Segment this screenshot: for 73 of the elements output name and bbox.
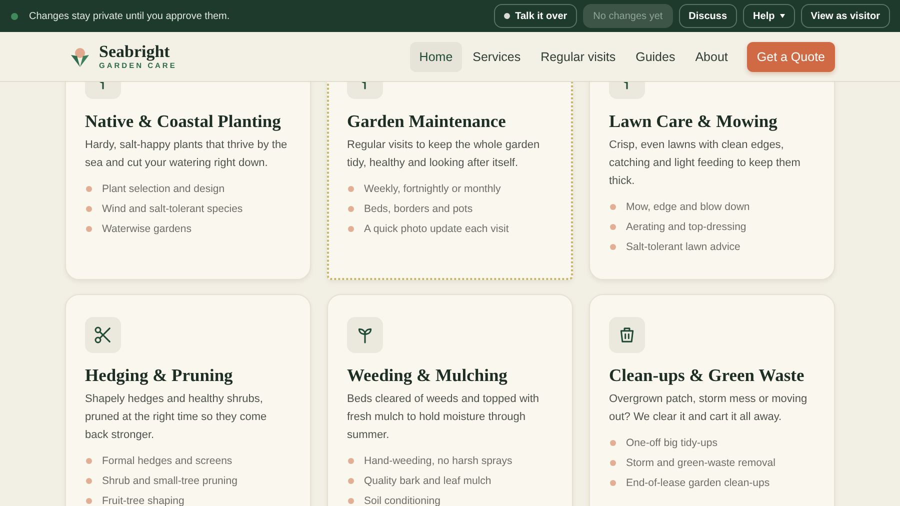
card-title: Hedging & Pruning bbox=[85, 364, 234, 387]
feature-text: Aerating and top-dressing bbox=[626, 221, 746, 233]
nav-link[interactable]: Guides bbox=[626, 42, 684, 72]
feature-text: Formal hedges and screens bbox=[102, 455, 232, 467]
toolbar-button[interactable]: View as visitor bbox=[800, 4, 890, 28]
feature-text: Shrub and small-tree pruning bbox=[102, 475, 238, 487]
card-title: Lawn Care & Mowing bbox=[609, 110, 778, 133]
bullet-icon bbox=[348, 226, 354, 232]
card-description: Regular visits to keep the whole garden tidy, healthy and looking after itself. bbox=[347, 138, 541, 171]
feature-text: Soil conditioning bbox=[364, 495, 440, 506]
feature-text: Plant selection and design bbox=[102, 183, 225, 195]
dot-icon bbox=[504, 13, 510, 19]
feature-text: Waterwise gardens bbox=[102, 223, 192, 235]
bullet-icon bbox=[86, 186, 92, 192]
brand-name: Seabright bbox=[99, 43, 171, 61]
card-description: Overgrown patch, storm mess or moving out? We clear it and cart it all away. bbox=[609, 392, 808, 425]
toolbar-button[interactable]: Talk it over bbox=[494, 4, 578, 28]
feature-text: A quick photo update each visit bbox=[364, 223, 509, 235]
caret-icon bbox=[780, 14, 785, 18]
card-description: Hardy, salt-happy plants that thrive by the sea and cut your watering right down. bbox=[85, 138, 288, 171]
bullet-icon bbox=[86, 498, 92, 504]
service-card[interactable]: Garden Maintenance Regular visits to keep the whole garden tidy, healthy and looking after itself. Weekly, fortnightly or monthly Beds, borders and pots A quick photo update each visit bbox=[327, 82, 573, 280]
bullet-icon bbox=[610, 460, 616, 466]
nav-link[interactable]: Services bbox=[464, 42, 530, 72]
bullet-icon bbox=[610, 204, 616, 210]
bullet-icon bbox=[610, 244, 616, 250]
feature-text: One-off big tidy-ups bbox=[626, 437, 718, 449]
bullet-icon bbox=[86, 206, 92, 212]
toolbar-button[interactable]: Help bbox=[743, 4, 795, 28]
feature-text: Wind and salt-tolerant species bbox=[102, 203, 243, 215]
feature-text: Quality bark and leaf mulch bbox=[364, 475, 492, 487]
service-card[interactable]: Weeding & Mulching Beds cleared of weeds and topped with fresh mulch to hold moisture through summer. Hand-weeding, no harsh sprays Quality bark and leaf mulch Soil conditioning bbox=[327, 294, 573, 506]
card-description: Crisp, even lawns with clean edges, catching and light feeding to keep them thick. bbox=[609, 138, 802, 189]
feature-text: End-of-lease garden clean-ups bbox=[626, 477, 770, 489]
bullet-icon bbox=[610, 480, 616, 486]
card-title: Native & Coastal Planting bbox=[85, 110, 282, 133]
bullet-icon bbox=[610, 440, 616, 446]
card-title: Weeding & Mulching bbox=[347, 364, 508, 387]
nav-link[interactable]: Home bbox=[410, 42, 462, 72]
service-card[interactable]: Hedging & Pruning Shapely hedges and healthy shrubs, pruned at the right time so they come back stronger. Formal hedges and screens Shrub and small-tree pruning Fruit-tree shaping bbox=[65, 294, 311, 506]
nav-link[interactable]: About bbox=[686, 42, 737, 72]
service-card[interactable]: Lawn Care & Mowing Crisp, even lawns with clean edges, catching and light feeding to keep them thick. Mow, edge and blow down Aerating and top-dressing Salt-tolerant lawn advice bbox=[589, 82, 835, 280]
notice-message: Changes stay private until you approve them. bbox=[29, 10, 230, 22]
feature-text: Hand-weeding, no harsh sprays bbox=[364, 455, 512, 467]
bullet-icon bbox=[610, 224, 616, 230]
status-dot-icon bbox=[11, 12, 18, 20]
bullet-icon bbox=[86, 226, 92, 232]
bullet-icon bbox=[348, 458, 354, 464]
card-description: Shapely hedges and healthy shrubs, pruned at the right time so they come back stronger. bbox=[85, 392, 268, 443]
nav-link[interactable]: Regular visits bbox=[532, 42, 625, 72]
card-title: Garden Maintenance bbox=[347, 110, 507, 133]
service-card[interactable]: Native & Coastal Planting Hardy, salt-happy plants that thrive by the sea and cut your watering right down. Plant selection and design Wind and salt-tolerant species Waterwise gardens bbox=[65, 82, 311, 280]
feature-text: Storm and green-waste removal bbox=[626, 457, 776, 469]
bullet-icon bbox=[348, 498, 354, 504]
card-description: Beds cleared of weeds and topped with fresh mulch to hold moisture through summer. bbox=[347, 392, 540, 443]
sprout-icon bbox=[347, 317, 383, 353]
quote-button[interactable]: Get a Quote bbox=[746, 42, 835, 72]
toolbar-button[interactable]: Discuss bbox=[678, 4, 738, 28]
bullet-icon bbox=[348, 186, 354, 192]
tulip-logo-icon bbox=[70, 46, 90, 68]
card-title: Clean-ups & Green Waste bbox=[609, 364, 806, 387]
bullet-icon bbox=[348, 478, 354, 484]
scissors-icon bbox=[85, 317, 121, 353]
bullet-icon bbox=[348, 206, 354, 212]
bullet-icon bbox=[86, 458, 92, 464]
feature-text: Salt-tolerant lawn advice bbox=[626, 241, 740, 253]
service-card[interactable]: Clean-ups & Green Waste Overgrown patch, storm mess or moving out? We clear it and cart it all away. One-off big tidy-ups Storm and green-waste removal End-of-lease garden clean-ups bbox=[589, 294, 835, 506]
bullet-icon bbox=[86, 478, 92, 484]
feature-text: Weekly, fortnightly or monthly bbox=[364, 183, 501, 195]
feature-text: Beds, borders and pots bbox=[364, 203, 473, 215]
feature-text: Fruit-tree shaping bbox=[102, 495, 184, 506]
feature-text: Mow, edge and blow down bbox=[626, 201, 750, 213]
bin-icon bbox=[609, 317, 645, 353]
